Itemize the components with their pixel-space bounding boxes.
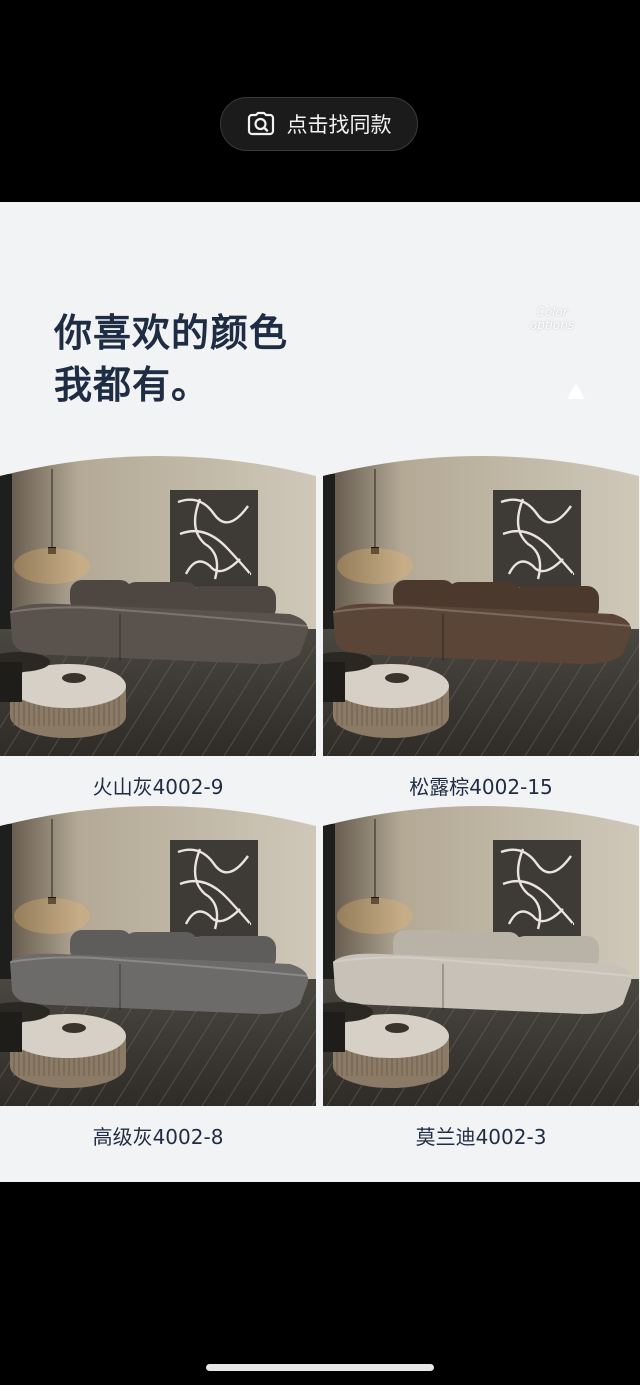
headline: 你喜欢的颜色 我都有。	[54, 307, 288, 411]
product-image-2[interactable]	[323, 454, 639, 756]
product-color-poster: 你喜欢的颜色 我都有。 Color options 火山灰4002-9 松露棕4…	[0, 202, 640, 1182]
product-image-1[interactable]	[0, 454, 316, 756]
color-options-badge: Color options	[517, 306, 587, 332]
product-image-4[interactable]	[323, 804, 639, 1106]
home-indicator[interactable]	[206, 1364, 434, 1371]
product-label-4: 莫兰迪4002-3	[415, 1125, 547, 1149]
bottom-bar	[0, 1182, 640, 1385]
find-same-style-button[interactable]: 点击找同款	[220, 97, 418, 151]
room-scene-illustration	[0, 456, 316, 756]
find-same-style-label: 点击找同款	[286, 113, 392, 137]
triangle-icon	[567, 383, 585, 399]
color-options-line-2: options	[529, 318, 575, 332]
product-label-3: 高级灰4002-8	[92, 1125, 224, 1149]
product-image-3[interactable]	[0, 804, 316, 1106]
headline-line-1: 你喜欢的颜色	[54, 311, 289, 355]
camera-search-icon	[247, 110, 275, 138]
wall-art	[170, 490, 258, 587]
wall-art	[493, 490, 581, 587]
product-label-2: 松露棕4002-15	[409, 775, 553, 799]
room-scene-illustration	[323, 456, 639, 756]
wall-art	[493, 840, 581, 937]
wall-art	[170, 840, 258, 937]
room-scene-illustration	[0, 806, 316, 1106]
top-bar: 点击找同款	[0, 0, 640, 202]
product-label-1: 火山灰4002-9	[92, 775, 224, 799]
headline-line-2: 我都有。	[54, 363, 211, 407]
room-scene-illustration	[323, 806, 639, 1106]
